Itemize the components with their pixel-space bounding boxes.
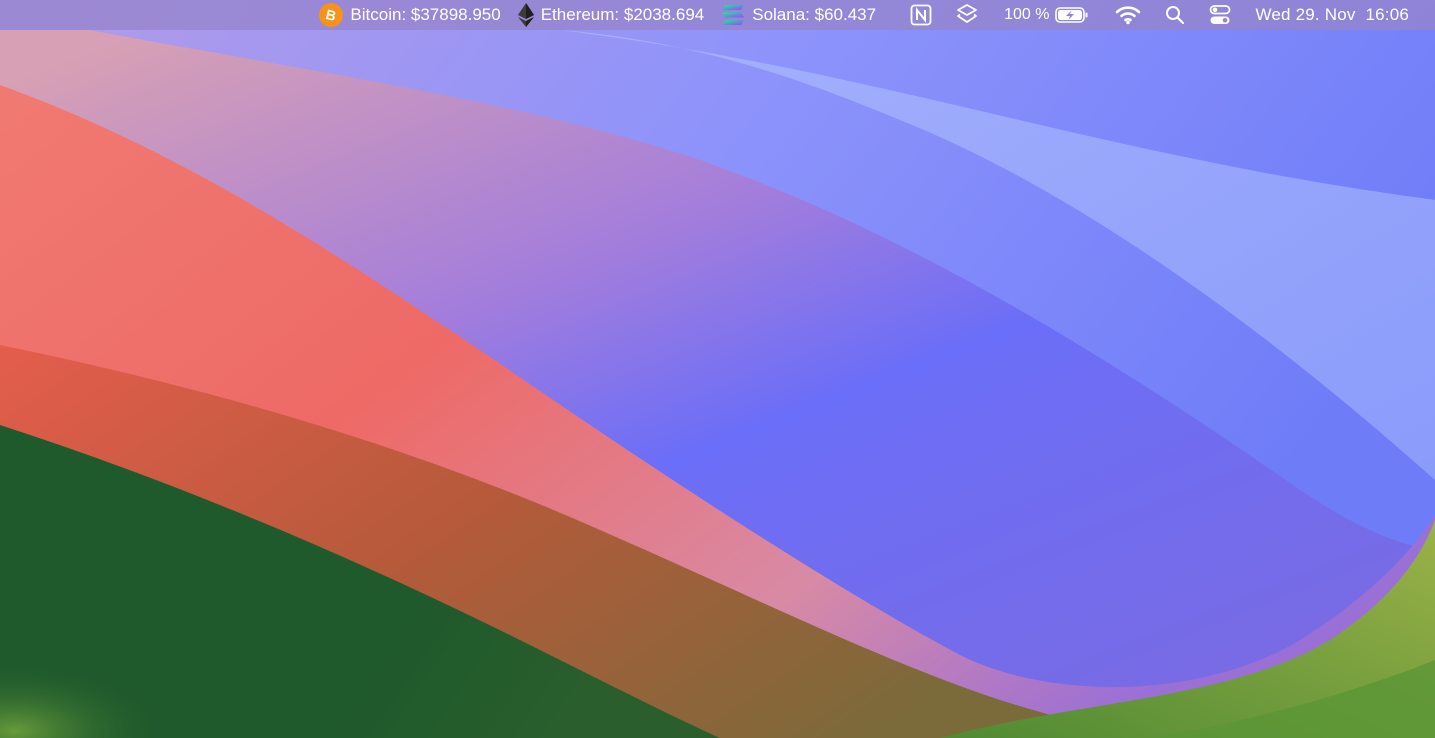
search-icon[interactable]	[1165, 0, 1185, 30]
battery-status[interactable]: 100 %	[1004, 0, 1089, 30]
desktop-wallpaper	[0, 0, 1435, 738]
solana-icon	[720, 2, 746, 28]
ticker-bitcoin[interactable]: B Bitcoin: $37898.950	[318, 0, 501, 30]
battery-percent: 100 %	[1004, 6, 1050, 23]
ticker-solana-label: Solana: $60.437	[752, 5, 877, 24]
wifi-icon[interactable]	[1115, 0, 1141, 30]
battery-charging-icon	[1055, 6, 1089, 24]
desktop: B Bitcoin: $37898.950 Ethereum: $2038.69…	[0, 0, 1435, 738]
ethereum-icon	[517, 2, 535, 28]
layers-icon[interactable]	[956, 0, 978, 30]
menu-bar: B Bitcoin: $37898.950 Ethereum: $2038.69…	[0, 0, 1435, 30]
menu-bar-clock[interactable]: Wed 29. Nov 16:06	[1255, 0, 1409, 30]
ticker-solana[interactable]: Solana: $60.437	[720, 0, 876, 30]
control-center-icon[interactable]	[1209, 0, 1231, 30]
ticker-bitcoin-label: Bitcoin: $37898.950	[350, 5, 501, 24]
notion-icon[interactable]	[910, 0, 932, 30]
clock-label: Wed 29. Nov 16:06	[1255, 5, 1409, 24]
ticker-ethereum-label: Ethereum: $2038.694	[540, 5, 705, 24]
ticker-ethereum[interactable]: Ethereum: $2038.694	[517, 0, 705, 30]
bitcoin-icon: B	[318, 2, 344, 28]
